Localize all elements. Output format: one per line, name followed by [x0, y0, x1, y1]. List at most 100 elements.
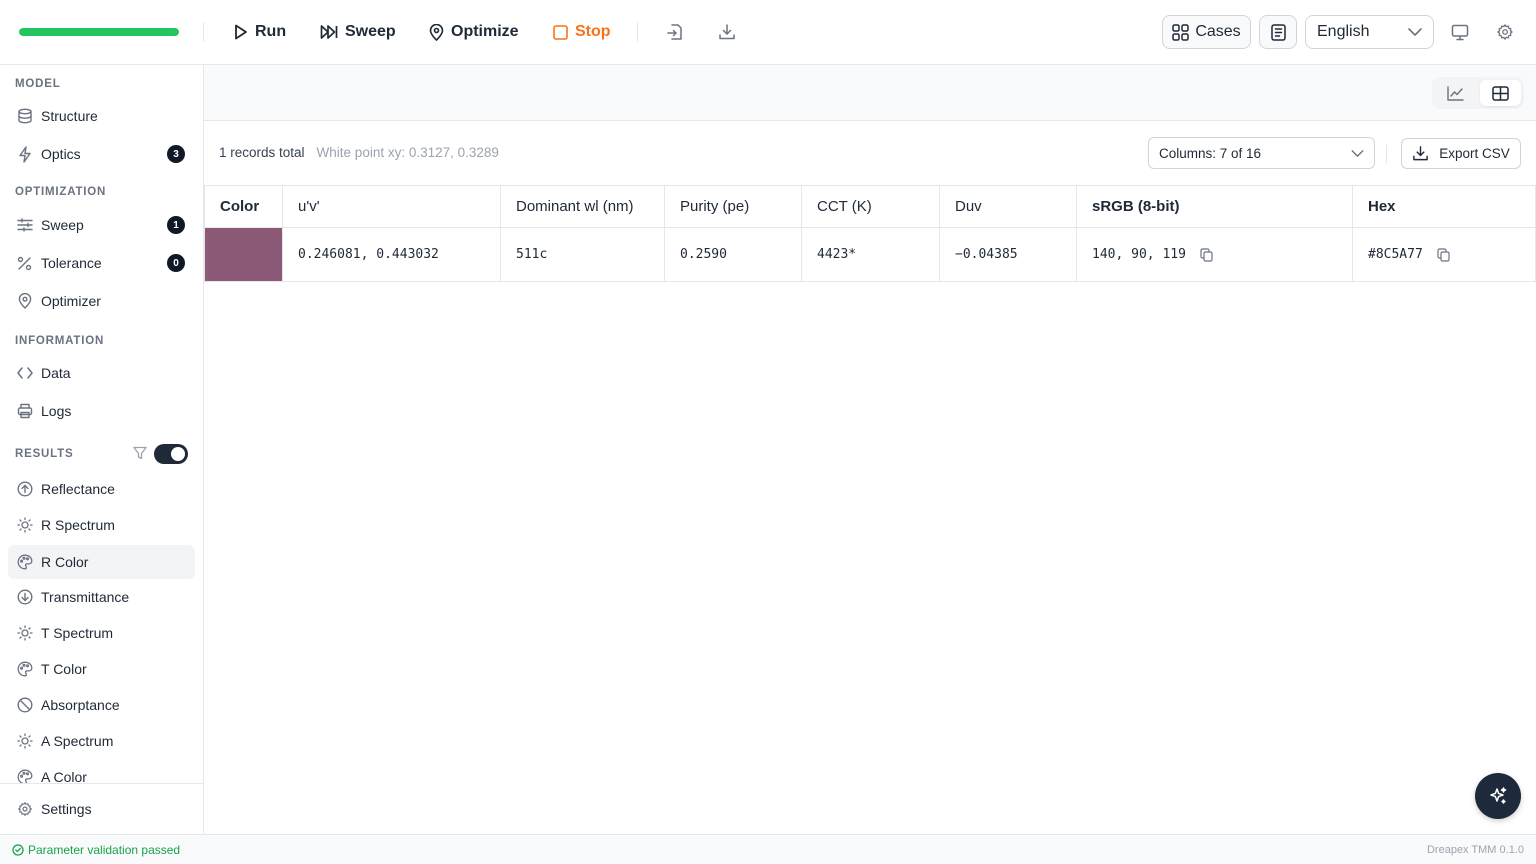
lightning-icon [16, 145, 33, 163]
sidebar-footer: Settings [0, 783, 203, 834]
column-header[interactable]: Purity (pe) [664, 185, 802, 228]
grid-icon [1172, 23, 1190, 41]
palette-icon [16, 554, 33, 571]
document-icon [1270, 23, 1286, 41]
sidebar-item-optics[interactable]: Optics 3 [8, 137, 195, 171]
count-badge: 3 [167, 145, 185, 163]
section-title-results: RESULTS [15, 448, 74, 460]
language-value: English [1317, 23, 1370, 40]
stop-button[interactable]: Stop [553, 18, 611, 46]
columns-select[interactable]: Columns: 7 of 16 [1148, 137, 1375, 169]
sidebar-item-settings[interactable]: Settings [8, 792, 195, 826]
progress-bar-fill [19, 28, 179, 36]
purity-cell: 0.2590 [664, 227, 802, 282]
app-version: Dreapex TMM 0.1.0 [1426, 843, 1524, 856]
stop-label: Stop [575, 23, 611, 40]
export-csv-button[interactable]: Export CSV [1401, 138, 1521, 169]
sidebar-item-r-spectrum[interactable]: R Spectrum [8, 508, 195, 542]
arrow-down-circle-icon [16, 589, 33, 606]
export-csv-label: Export CSV [1439, 146, 1510, 161]
sidebar-item-optimizer[interactable]: Optimizer [8, 284, 195, 318]
srgb-value: 140, 90, 119 [1092, 247, 1186, 262]
sidebar: MODEL Structure Optics 3 OPTIMIZATION Sw… [0, 65, 204, 834]
chevron-down-icon [1351, 149, 1364, 157]
sun-icon [16, 625, 33, 642]
sidebar-item-label: Sweep [41, 217, 84, 233]
monitor-icon[interactable] [1448, 20, 1472, 44]
uv-cell: 0.246081, 0.443032 [282, 227, 501, 282]
run-button[interactable]: Run [234, 18, 286, 46]
printer-icon [16, 403, 33, 420]
sidebar-item-r-color[interactable]: R Color [8, 545, 195, 579]
sun-icon [16, 517, 33, 534]
columns-select-value: Columns: 7 of 16 [1159, 145, 1262, 161]
check-circle-icon [12, 843, 24, 856]
optimize-button[interactable]: Optimize [429, 18, 519, 46]
filter-icon[interactable] [133, 446, 147, 460]
dominant-wl-cell: 511c [500, 227, 665, 282]
table-view-button[interactable] [1480, 80, 1521, 106]
sidebar-item-label: Reflectance [41, 481, 115, 497]
sidebar-item-logs[interactable]: Logs [8, 394, 195, 428]
sidebar-item-label: Optics [41, 146, 81, 162]
column-header[interactable]: u'v' [282, 185, 501, 228]
location-pin-icon [429, 23, 444, 41]
validation-status: Parameter validation passed [12, 843, 180, 857]
sidebar-item-label: Logs [41, 403, 72, 419]
sidebar-item-t-spectrum[interactable]: T Spectrum [8, 616, 195, 650]
column-header[interactable]: CCT (K) [801, 185, 940, 228]
download-icon [1412, 145, 1429, 162]
location-pin-icon [16, 293, 33, 310]
color-swatch [205, 228, 282, 281]
progress-bar [19, 28, 179, 36]
table-icon [1492, 85, 1509, 101]
sidebar-item-a-spectrum[interactable]: A Spectrum [8, 724, 195, 758]
records-count: 1 records total [219, 145, 305, 160]
status-bar: Parameter validation passed Dreapex TMM … [0, 834, 1536, 864]
sidebar-item-label: T Color [41, 661, 87, 677]
main-content: 1 records total White point xy: 0.3127, … [204, 65, 1536, 834]
cases-button[interactable]: Cases [1162, 15, 1251, 49]
sidebar-item-absorptance[interactable]: Absorptance [8, 688, 195, 722]
run-label: Run [255, 23, 287, 40]
status-text: Parameter validation passed [28, 842, 181, 857]
ai-assistant-button[interactable] [1475, 773, 1521, 819]
column-header[interactable]: sRGB (8-bit) [1076, 185, 1353, 228]
sidebar-item-label: Data [41, 365, 71, 381]
sparkles-icon [1488, 786, 1508, 806]
sidebar-item-label: R Color [41, 554, 89, 570]
sweep-button[interactable]: Sweep [320, 18, 396, 46]
srgb-cell: 140, 90, 119 [1076, 227, 1353, 282]
sidebar-item-sweep[interactable]: Sweep 1 [8, 208, 195, 242]
optimize-label: Optimize [451, 23, 519, 40]
column-header[interactable]: Dominant wl (nm) [500, 185, 665, 228]
results-filter-toggle[interactable] [154, 444, 188, 464]
table-header-row: Color u'v' Dominant wl (nm) Purity (pe) … [204, 185, 1536, 228]
table-row: 0.246081, 0.443032 511c 0.2590 4423* −0.… [204, 227, 1536, 282]
sidebar-item-structure[interactable]: Structure [8, 99, 195, 133]
document-button[interactable] [1259, 15, 1297, 49]
chart-view-button[interactable] [1435, 80, 1476, 106]
sidebar-item-data[interactable]: Data [8, 356, 195, 390]
sidebar-item-transmittance[interactable]: Transmittance [8, 580, 195, 614]
sidebar-item-label: Settings [41, 801, 92, 817]
language-select[interactable]: English [1305, 15, 1434, 49]
download-icon[interactable] [715, 20, 739, 44]
sidebar-item-t-color[interactable]: T Color [8, 652, 195, 686]
line-chart-icon [1447, 85, 1464, 101]
gear-icon[interactable] [1493, 20, 1517, 44]
column-header[interactable]: Color [204, 185, 283, 228]
copy-icon[interactable] [1200, 247, 1213, 262]
arrow-up-circle-icon [16, 481, 33, 498]
import-icon[interactable] [663, 20, 687, 44]
column-header[interactable]: Duv [939, 185, 1077, 228]
copy-icon[interactable] [1437, 247, 1450, 262]
column-header[interactable]: Hex [1352, 185, 1536, 228]
divider [1386, 145, 1387, 163]
sidebar-item-reflectance[interactable]: Reflectance [8, 472, 195, 506]
toolbar-divider [203, 22, 204, 42]
view-bar [204, 65, 1536, 121]
square-icon [553, 24, 568, 40]
sidebar-item-tolerance[interactable]: Tolerance 0 [8, 246, 195, 280]
toggle-knob [171, 447, 185, 461]
